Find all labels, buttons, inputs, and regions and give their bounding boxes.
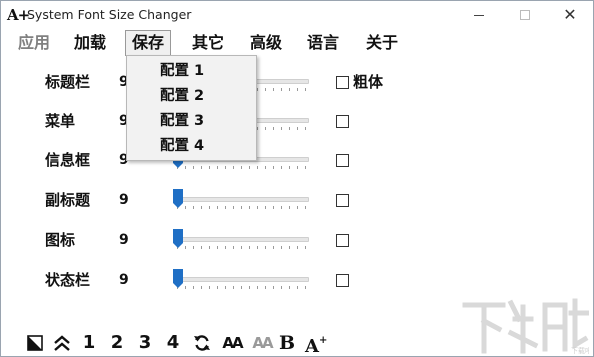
font-increase-button[interactable]: A+ — [305, 332, 328, 357]
menu-item-config-3[interactable]: 配置 3 — [160, 109, 204, 133]
slider-ticks — [177, 206, 307, 209]
menu-save[interactable]: 保存 — [125, 30, 172, 56]
checkbox-bold-messagebox[interactable] — [336, 154, 349, 167]
slider-track — [173, 197, 309, 202]
maximize-icon — [520, 10, 530, 20]
checkbox-bold-statusbar[interactable] — [336, 274, 349, 287]
menu-apply[interactable]: 应用 — [12, 31, 56, 55]
refresh-icon[interactable] — [193, 334, 211, 352]
save-dropdown-menu: 配置 1 配置 2 配置 3 配置 4 — [126, 55, 257, 161]
checkbox-bold-icon[interactable] — [336, 234, 349, 247]
menu-load[interactable]: 加载 — [68, 31, 112, 55]
contrast-icon[interactable] — [27, 335, 43, 351]
slider-thumb[interactable] — [173, 269, 183, 289]
row-label-subtitle: 副标题 — [45, 191, 91, 209]
row-label-titlebar: 标题栏 — [45, 73, 91, 91]
checkbox-bold-menu[interactable] — [336, 115, 349, 128]
maximize-button[interactable] — [502, 1, 548, 29]
menu-about[interactable]: 关于 — [360, 31, 404, 55]
checkbox-bold-subtitle[interactable] — [336, 194, 349, 207]
menu-bar: 应用 加载 保存 其它 高级 语言 关于 — [1, 30, 593, 56]
close-icon: ✕ — [563, 5, 577, 24]
slider-ticks — [177, 246, 307, 249]
row-label-icon: 图标 — [45, 231, 76, 249]
minimize-icon — [474, 14, 484, 16]
font-decrease-button[interactable]: AA — [219, 332, 245, 354]
profile-3-button[interactable]: 3 — [137, 332, 153, 354]
slider-thumb[interactable] — [173, 229, 183, 249]
row-label-messagebox: 信息框 — [45, 151, 91, 169]
font-size-icon: A+ — [7, 6, 30, 24]
slider-track — [173, 277, 309, 282]
watermark-text: 下载吧 — [571, 346, 589, 355]
profile-4-button[interactable]: 4 — [165, 332, 181, 354]
slider-icon[interactable] — [171, 229, 309, 253]
profile-1-button[interactable]: 1 — [81, 332, 97, 354]
title-bar: A+ System Font Size Changer ✕ — [1, 1, 593, 29]
menu-other[interactable]: 其它 — [186, 31, 230, 55]
bold-label: 粗体 — [353, 73, 384, 91]
app-window: A+ System Font Size Changer ✕ 应用 加载 保存 其… — [0, 0, 594, 357]
checkbox-bold-titlebar[interactable] — [336, 76, 349, 89]
font-default-button[interactable]: AA — [249, 332, 275, 354]
slider-statusbar[interactable] — [171, 269, 309, 293]
row-label-statusbar: 状态栏 — [45, 271, 91, 289]
window-title: System Font Size Changer — [27, 7, 192, 22]
menu-advanced[interactable]: 高级 — [244, 31, 288, 55]
row-value-subtitle: 9 — [119, 192, 129, 208]
slider-thumb[interactable] — [173, 189, 183, 209]
menu-item-config-1[interactable]: 配置 1 — [160, 59, 204, 83]
slider-subtitle[interactable] — [171, 189, 309, 213]
minimize-button[interactable] — [456, 1, 502, 29]
slider-ticks — [177, 286, 307, 289]
menu-item-config-2[interactable]: 配置 2 — [160, 84, 204, 108]
font-increase-label: A — [305, 336, 319, 357]
site-watermark-logo: 下载吧 — [462, 298, 589, 355]
menu-item-config-4[interactable]: 配置 4 — [160, 134, 204, 158]
slider-track — [173, 237, 309, 242]
double-chevron-up-icon[interactable] — [53, 334, 71, 352]
row-value-statusbar: 9 — [119, 272, 129, 288]
slider-ticks — [177, 166, 307, 169]
menu-language[interactable]: 语言 — [301, 31, 345, 55]
profile-2-button[interactable]: 2 — [109, 332, 125, 354]
row-value-icon: 9 — [119, 232, 129, 248]
bold-toggle-button[interactable]: B — [278, 332, 296, 354]
close-button[interactable]: ✕ — [547, 1, 593, 29]
row-label-menu: 菜单 — [45, 112, 76, 130]
plus-icon: + — [318, 335, 328, 346]
